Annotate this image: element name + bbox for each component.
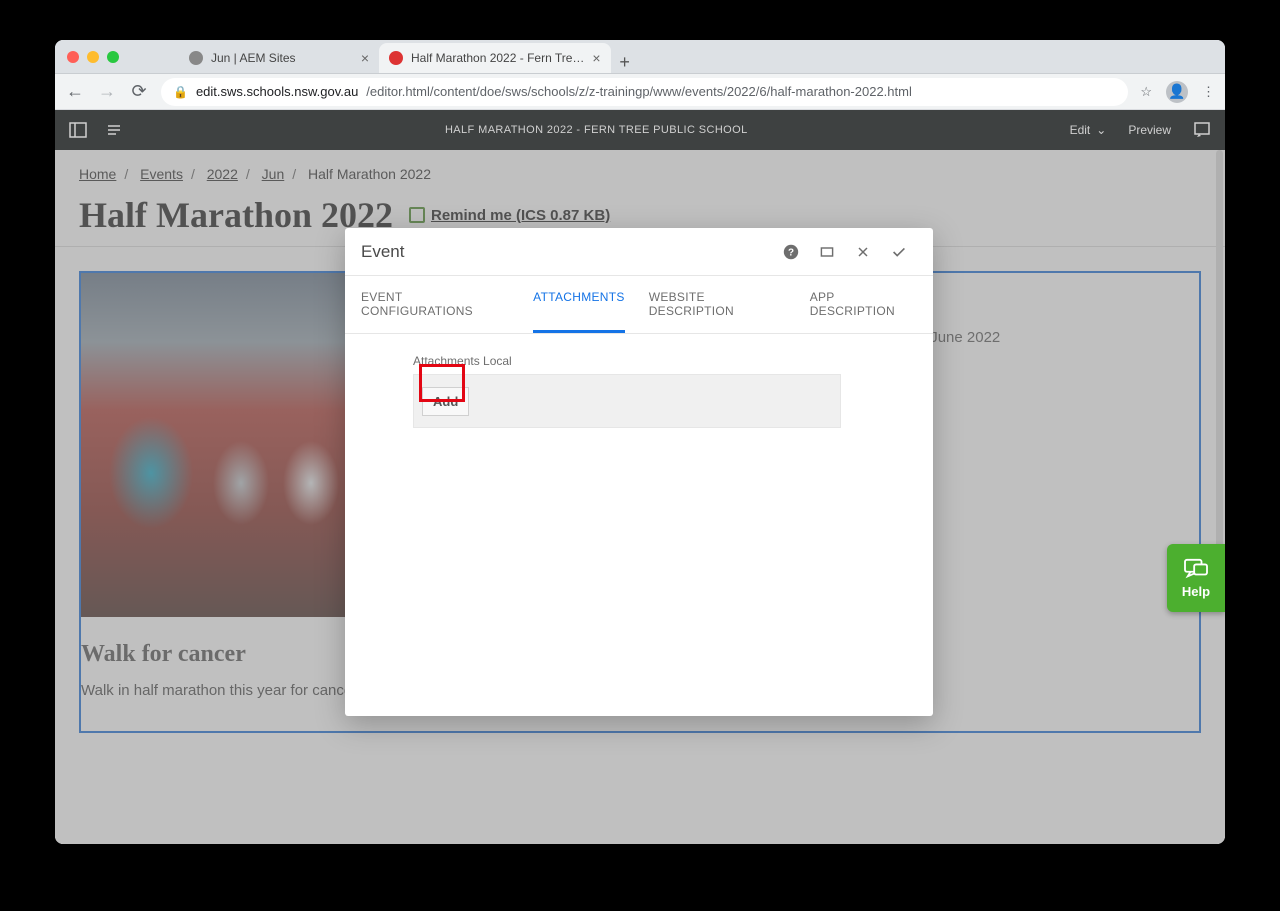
window-controls [67, 51, 119, 63]
forward-button[interactable]: → [97, 81, 117, 102]
browser-titlebar: Jun | AEM Sites × Half Marathon 2022 - F… [55, 40, 1225, 74]
dialog-title: Event [361, 242, 773, 262]
edit-mode-dropdown[interactable]: Edit ⌄ [1070, 123, 1107, 137]
done-check-icon[interactable] [881, 234, 917, 270]
reload-button[interactable]: ⟳ [129, 81, 149, 102]
profile-avatar-icon[interactable]: 👤 [1166, 81, 1188, 103]
browser-tab[interactable]: Jun | AEM Sites × [179, 43, 379, 73]
scrollbar-thumb[interactable] [1216, 150, 1223, 610]
tab-app-description[interactable]: APP DESCRIPTION [810, 276, 917, 333]
back-button[interactable]: ← [65, 81, 85, 102]
breadcrumb-current: Half Marathon 2022 [308, 166, 431, 182]
tab-event-configurations[interactable]: EVENT CONFIGURATIONS [361, 276, 509, 333]
address-bar[interactable]: 🔒 edit.sws.schools.nsw.gov.au/editor.htm… [161, 78, 1128, 106]
globe-icon [189, 51, 203, 65]
help-tab[interactable]: Help [1167, 544, 1225, 612]
add-button[interactable]: Add [422, 387, 469, 416]
calendar-add-icon [409, 207, 425, 223]
breadcrumb: Home/ Events/ 2022/ Jun/ Half Marathon 2… [79, 166, 1201, 182]
dialog-body: Attachments Local Add [345, 334, 933, 444]
help-label: Help [1182, 584, 1210, 599]
browser-tab-active[interactable]: Half Marathon 2022 - Fern Tre… × [379, 43, 611, 73]
minimize-window-button[interactable] [87, 51, 99, 63]
breadcrumb-link[interactable]: Home [79, 166, 116, 182]
fullscreen-icon[interactable] [809, 234, 845, 270]
tab-title: Jun | AEM Sites [211, 51, 296, 65]
breadcrumb-link[interactable]: Jun [262, 166, 285, 182]
attachments-multifield: Add [413, 374, 841, 428]
chevron-down-icon: ⌄ [1096, 123, 1106, 137]
dialog-header: Event ? [345, 228, 933, 276]
help-icon[interactable]: ? [773, 234, 809, 270]
tab-title: Half Marathon 2022 - Fern Tre… [411, 51, 584, 65]
breadcrumb-link[interactable]: Events [140, 166, 183, 182]
annotate-icon[interactable] [1193, 121, 1211, 139]
aem-page-title: HALF MARATHON 2022 - FERN TREE PUBLIC SC… [141, 124, 1052, 136]
maximize-window-button[interactable] [107, 51, 119, 63]
tab-attachments[interactable]: ATTACHMENTS [533, 276, 625, 333]
scrollbar[interactable] [1216, 150, 1223, 840]
tab-close-icon[interactable]: × [361, 50, 369, 66]
tab-close-icon[interactable]: × [592, 50, 600, 66]
site-favicon-icon [389, 51, 403, 65]
browser-toolbar: ← → ⟳ 🔒 edit.sws.schools.nsw.gov.au/edit… [55, 74, 1225, 110]
preview-button[interactable]: Preview [1128, 123, 1171, 137]
lock-icon: 🔒 [173, 85, 188, 99]
toolbar-right: ☆ 👤 ⋮ [1140, 81, 1215, 103]
page-info-icon[interactable] [105, 121, 123, 139]
breadcrumb-link[interactable]: 2022 [207, 166, 238, 182]
side-panel-toggle-icon[interactable] [69, 121, 87, 139]
browser-tabs: Jun | AEM Sites × Half Marathon 2022 - F… [179, 40, 639, 73]
url-domain: edit.sws.schools.nsw.gov.au [196, 84, 358, 99]
remind-me-link[interactable]: Remind me (ICS 0.87 KB) [409, 207, 610, 224]
bookmark-star-icon[interactable]: ☆ [1140, 84, 1152, 100]
url-path: /editor.html/content/doe/sws/schools/z/z… [366, 84, 912, 99]
browser-menu-icon[interactable]: ⋮ [1202, 84, 1215, 100]
new-tab-button[interactable]: + [611, 52, 639, 73]
event-dialog: Event ? EVENT CONFIGURATIONS ATTACHMENTS… [345, 228, 933, 716]
close-icon[interactable] [845, 234, 881, 270]
event-image [81, 273, 349, 617]
svg-text:?: ? [788, 247, 794, 258]
close-window-button[interactable] [67, 51, 79, 63]
tab-website-description[interactable]: WEBSITE DESCRIPTION [649, 276, 786, 333]
attachments-label: Attachments Local [413, 354, 917, 368]
browser-window: Jun | AEM Sites × Half Marathon 2022 - F… [55, 40, 1225, 844]
dialog-tabs: EVENT CONFIGURATIONS ATTACHMENTS WEBSITE… [345, 276, 933, 334]
chat-icon [1183, 558, 1209, 580]
aem-editor-bar: HALF MARATHON 2022 - FERN TREE PUBLIC SC… [55, 110, 1225, 150]
